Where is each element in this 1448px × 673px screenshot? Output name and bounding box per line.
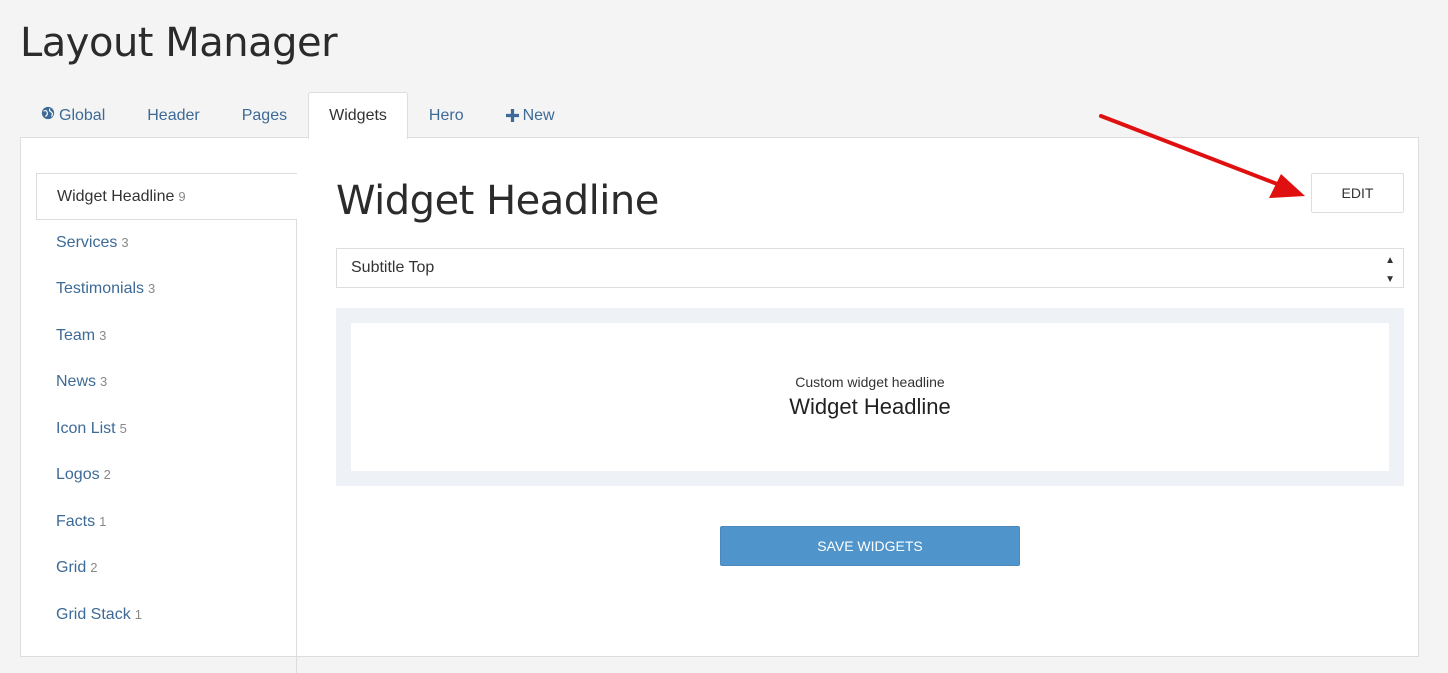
tab-widgets[interactable]: Widgets	[308, 92, 408, 139]
sidebar-item-label: Logos	[56, 466, 100, 483]
sidebar-item-count: 9	[178, 189, 186, 204]
sidebar-item-logos[interactable]: Logos 2	[36, 452, 296, 499]
sidebar-item-grid[interactable]: Grid 2	[36, 545, 296, 592]
sidebar-item-services[interactable]: Services 3	[36, 220, 296, 267]
layout-select[interactable]: Subtitle Top ▲ ▼	[336, 248, 1404, 288]
sidebar-item-label: Grid Stack	[56, 605, 131, 623]
sidebar-item-label: Icon List	[56, 419, 116, 437]
tab-label: Header	[147, 106, 200, 124]
tab-label: Global	[59, 106, 106, 124]
sidebar-item-count: 3	[99, 327, 107, 343]
sidebar-item-team[interactable]: Team 3	[36, 313, 296, 360]
page-title: Layout Manager	[20, 20, 338, 66]
sidebar-item-grid-stack[interactable]: Grid Stack 1	[36, 592, 296, 639]
plus-icon	[505, 93, 519, 139]
preview-subtitle: Custom widget headline	[795, 374, 945, 390]
sidebar-item-count: 3	[100, 374, 108, 389]
save-widgets-button[interactable]: SAVE WIDGETS	[720, 526, 1020, 566]
sidebar-item-count: 3	[121, 234, 129, 250]
tab-label: New	[522, 106, 555, 124]
globe-icon	[41, 93, 55, 139]
sidebar-item-count: 3	[148, 281, 156, 296]
sidebar-item-facts[interactable]: Facts 1	[36, 499, 296, 546]
sidebar-item-count: 1	[134, 606, 142, 622]
tab-global[interactable]: Global	[20, 92, 126, 138]
widget-preview-content: Custom widget headline Widget Headline	[351, 323, 1389, 471]
sidebar-item-label: Grid	[56, 559, 87, 576]
tab-label: Widgets	[329, 107, 387, 124]
sidebar-item-count: 5	[119, 420, 127, 436]
widget-title: Widget Headline	[336, 178, 659, 224]
sidebar-item-testimonials[interactable]: Testimonials 3	[36, 266, 296, 313]
tab-label: Hero	[428, 106, 464, 124]
sidebar-item-label: Testimonials	[56, 280, 145, 297]
widget-sidebar: Widget Headline 9 Services 3 Testimonials 3…	[36, 173, 297, 673]
sidebar-item-news[interactable]: News 3	[36, 359, 296, 406]
select-arrows-icon: ▲ ▼	[1385, 255, 1395, 285]
tab-pages[interactable]: Pages	[221, 92, 308, 138]
tab-hero[interactable]: Hero	[408, 92, 485, 138]
edit-button[interactable]: EDIT	[1311, 173, 1404, 213]
annotation-arrow-icon	[1099, 114, 1305, 198]
sidebar-item-label: Widget Headline	[57, 188, 175, 205]
sidebar-item-count: 2	[103, 467, 111, 482]
tab-bar: Global Header Pages Widgets Hero New	[20, 92, 576, 139]
tab-new[interactable]: New	[485, 92, 576, 138]
sidebar-item-label: Services	[56, 233, 118, 251]
tab-header[interactable]: Header	[126, 92, 220, 138]
tab-label: Pages	[241, 106, 288, 124]
layout-select-value: Subtitle Top	[351, 259, 435, 276]
sidebar-item-label: Facts	[56, 512, 96, 530]
widget-preview: Custom widget headline Widget Headline	[336, 308, 1404, 486]
sidebar-item-icon-list[interactable]: Icon List 5	[36, 406, 296, 453]
sidebar-item-label: News	[56, 373, 97, 390]
sidebar-item-widget-headline[interactable]: Widget Headline 9	[36, 173, 297, 220]
preview-headline: Widget Headline	[789, 394, 951, 419]
sidebar-item-count: 2	[90, 560, 98, 575]
sidebar-item-count: 1	[99, 513, 107, 529]
widgets-panel: Widget Headline 9 Services 3 Testimonials 3…	[20, 137, 1419, 673]
sidebar-item-label: Team	[56, 326, 96, 344]
